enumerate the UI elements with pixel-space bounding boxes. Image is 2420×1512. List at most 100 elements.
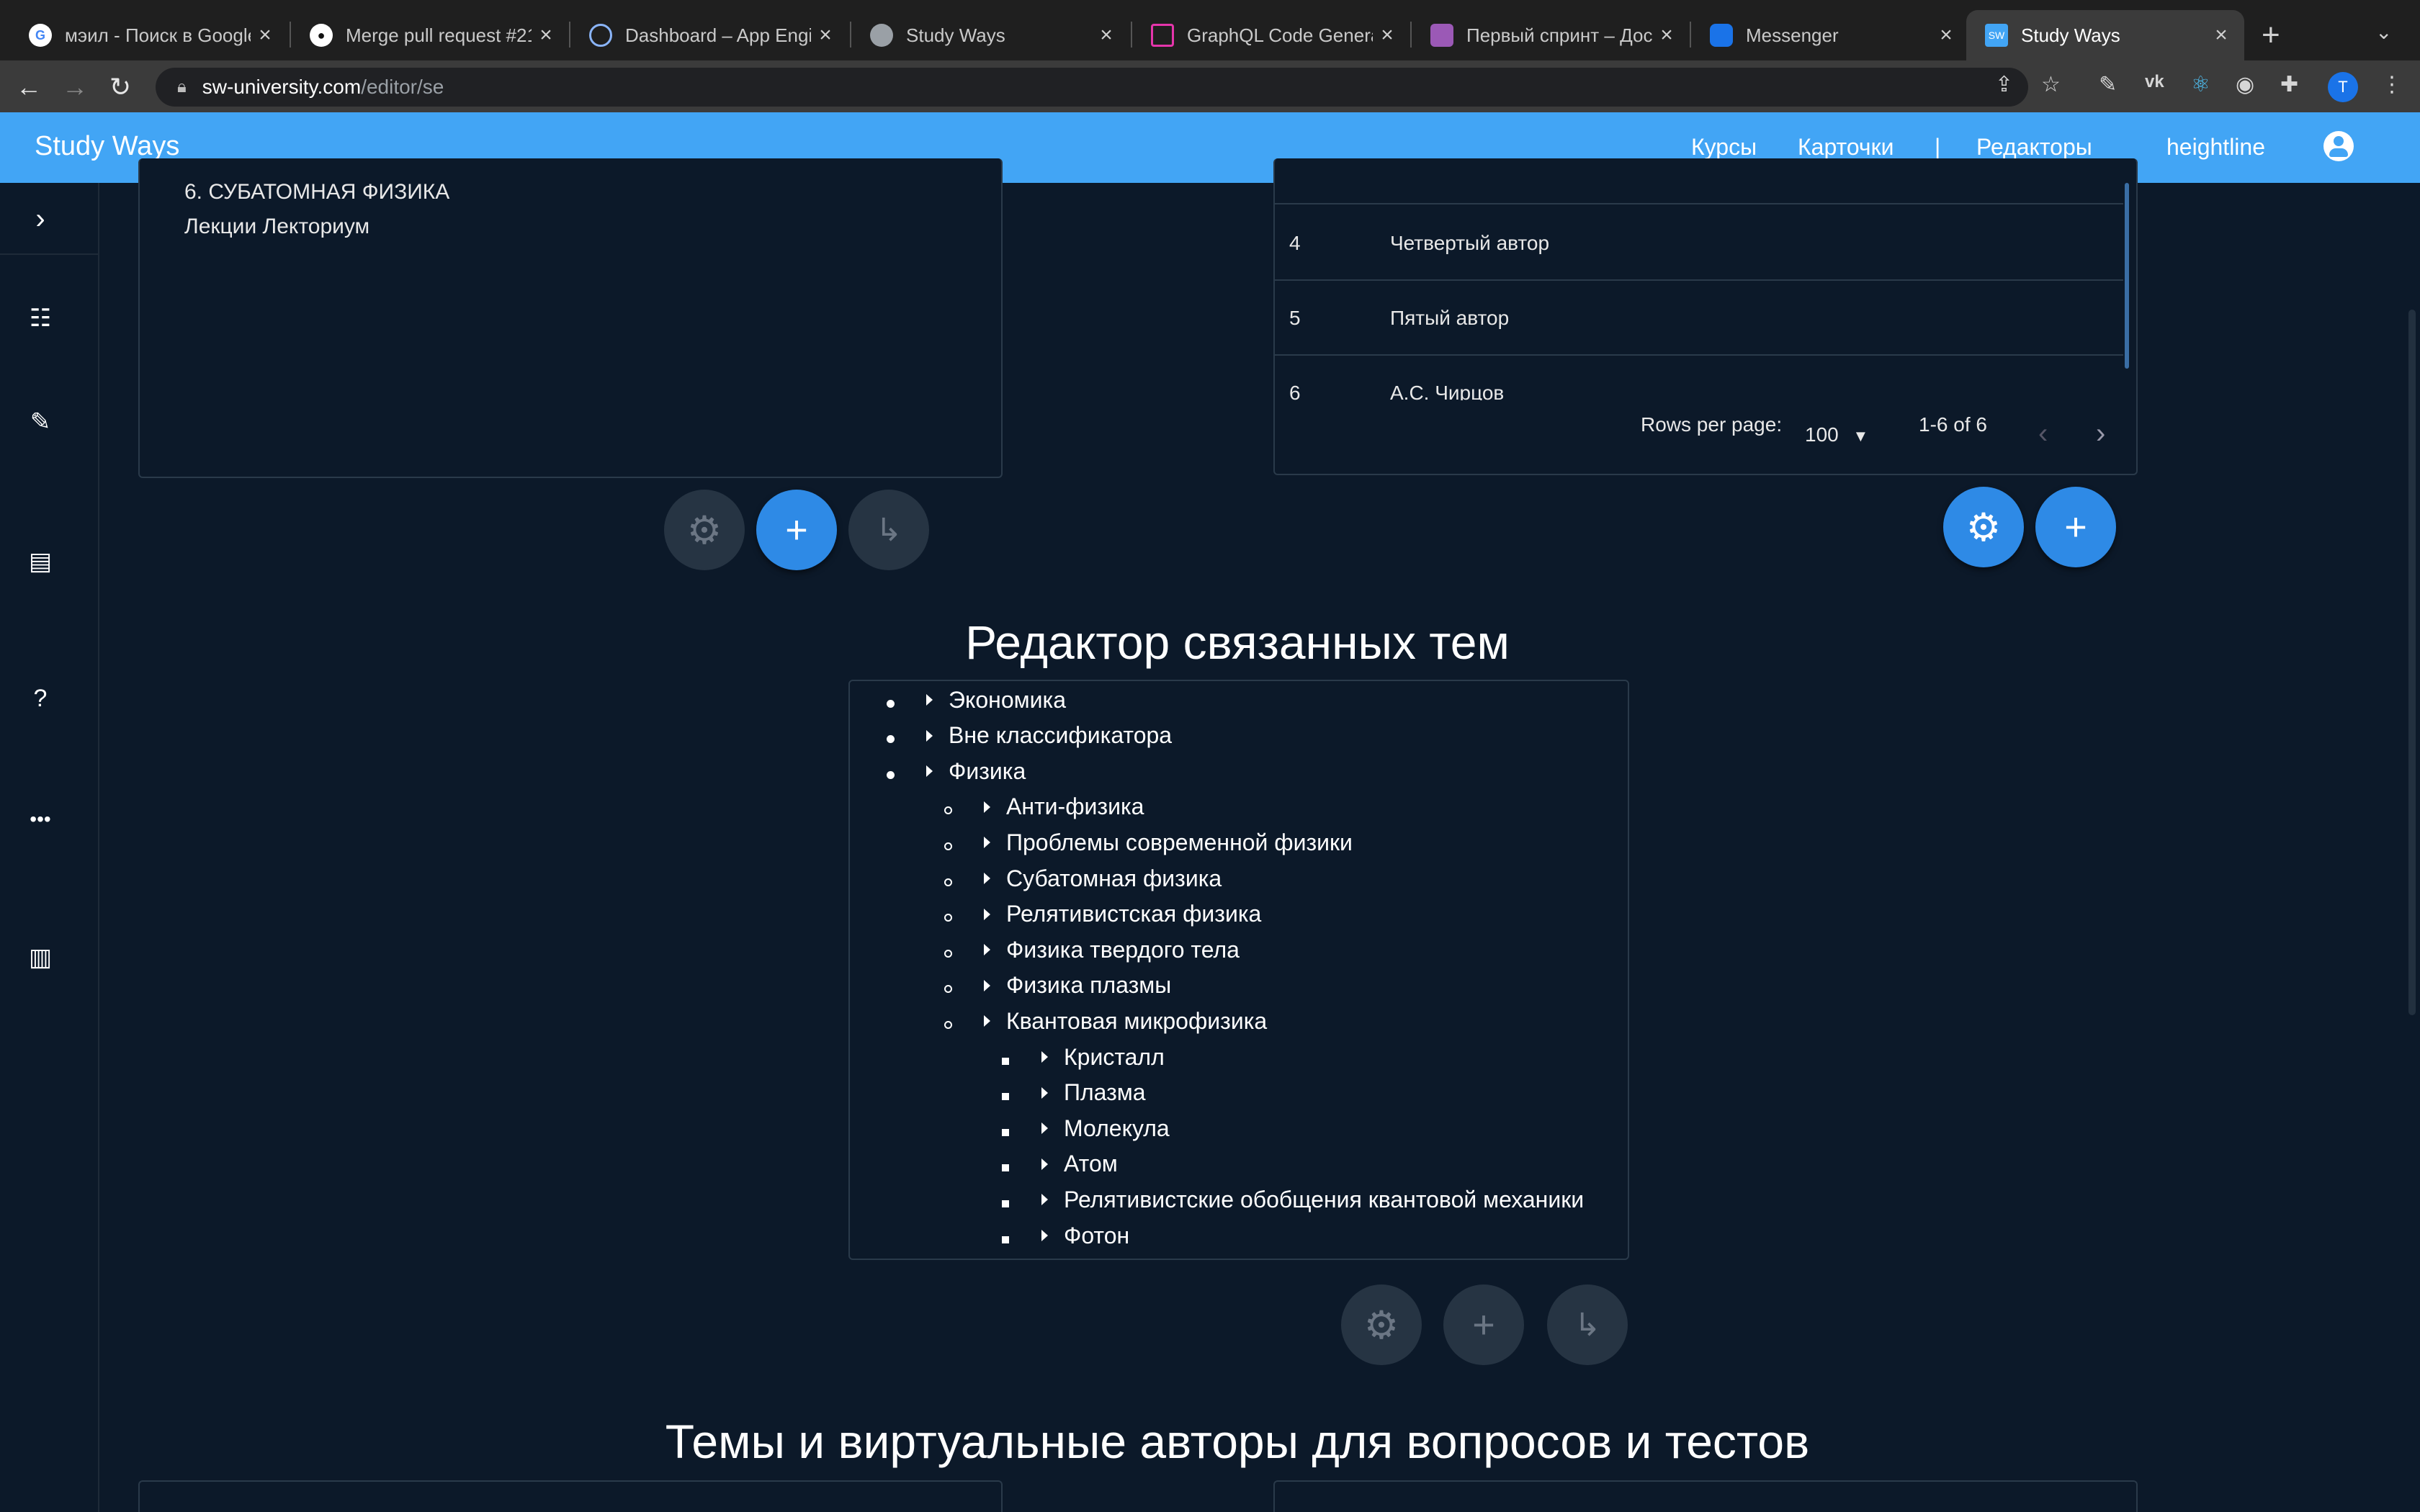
extensions-puzzle-icon[interactable]: ✚ (2280, 72, 2298, 97)
expand-arrow-icon[interactable] (984, 873, 990, 884)
close-icon[interactable]: × (1373, 23, 1402, 48)
pen-extension-icon[interactable]: ✎ (2099, 72, 2117, 97)
table-row[interactable] (1273, 183, 2123, 204)
table-row[interactable]: 4 Четвертый автор (1273, 206, 2123, 281)
list-bullet (876, 722, 905, 749)
tree-item[interactable]: Физика твердого тела (933, 935, 1240, 964)
address-bar[interactable]: 🔒︎ sw-university.com/editor/se (156, 68, 2028, 107)
reload-icon[interactable]: ↻ (109, 72, 131, 102)
nav-username[interactable]: heightline (2166, 134, 2265, 161)
tree-item[interactable]: Кристалл (991, 1043, 1165, 1071)
edit-list-icon[interactable]: ✎ (24, 406, 56, 438)
prev-page-icon[interactable]: ‹ (2038, 418, 2048, 450)
expand-arrow-icon[interactable] (1041, 1158, 1048, 1170)
expand-arrow-icon[interactable] (984, 979, 990, 991)
vk-extension-icon[interactable]: vk (2145, 72, 2164, 92)
browser-tab[interactable]: Study Ways × (851, 10, 1129, 60)
table-row[interactable]: 5 Пятый автор (1273, 281, 2123, 356)
browser-tab[interactable]: GraphQL Code Generator × (1132, 10, 1410, 60)
share-icon[interactable]: ⇪ (1995, 72, 2013, 97)
forward-arrow-icon[interactable]: → (62, 72, 88, 102)
account-circle-icon[interactable] (2323, 131, 2354, 161)
expand-arrow-icon[interactable] (1041, 1086, 1048, 1099)
tree-item[interactable]: Плазма (991, 1079, 1146, 1107)
tree-item[interactable]: Фотон (991, 1221, 1129, 1250)
rows-per-page-select[interactable]: 100 ▼ (1805, 423, 1868, 446)
more-horiz-icon[interactable]: ••• (24, 804, 56, 835)
table-add-button[interactable]: + (2035, 487, 2116, 567)
tree-item[interactable]: Физика плазмы (933, 971, 1171, 1000)
nav-courses[interactable]: Курсы (1691, 134, 1757, 161)
expand-arrow-icon[interactable] (984, 944, 990, 956)
star-icon[interactable]: ☆ (2041, 72, 2061, 97)
close-icon[interactable]: × (251, 23, 279, 48)
tree-item[interactable]: Молекула (991, 1114, 1170, 1143)
expand-arrow-icon[interactable] (1041, 1051, 1048, 1063)
expand-arrow-icon[interactable] (926, 694, 933, 706)
tree-item[interactable]: Атом (991, 1150, 1118, 1179)
tab-search-chevron-icon[interactable]: ⌄ (2375, 20, 2392, 44)
add-button[interactable]: + (756, 490, 837, 570)
add-chart-icon[interactable]: ▥ (24, 942, 56, 973)
expand-arrow-icon[interactable] (926, 765, 933, 778)
browser-tab[interactable]: Dashboard – App Engine × (570, 10, 848, 60)
back-arrow-icon[interactable]: ← (16, 72, 42, 102)
new-tab-button[interactable]: + (2262, 17, 2280, 53)
expand-arrow-icon[interactable] (1041, 1230, 1048, 1241)
tree-item[interactable]: Проблемы современной физики (933, 828, 1353, 857)
quiz-icon[interactable]: ? (24, 683, 56, 714)
browser-tab[interactable]: ● Merge pull request #21 × (291, 10, 569, 60)
expand-arrow-icon[interactable] (1041, 1194, 1048, 1206)
tree-settings-button[interactable]: ⚙ (1341, 1284, 1422, 1365)
settings-button[interactable]: ⚙ (664, 490, 745, 570)
tree-item[interactable]: Квантовая микрофизика (933, 1007, 1267, 1035)
tree-item[interactable]: Физика (876, 757, 1026, 786)
close-icon[interactable]: × (811, 23, 840, 48)
expand-arrow-icon[interactable] (984, 801, 990, 813)
table-scrollbar[interactable] (2125, 183, 2129, 369)
contact-card-icon[interactable]: ▤ (24, 546, 56, 577)
nav-cards[interactable]: Карточки (1798, 134, 1894, 161)
expand-arrow-icon[interactable] (984, 837, 990, 849)
tree-item[interactable]: Релятивистская физика (933, 900, 1261, 929)
browser-tab-active[interactable]: SW Study Ways × (1966, 10, 2244, 60)
next-page-icon[interactable]: › (2096, 418, 2105, 450)
close-icon[interactable]: × (2207, 23, 2236, 48)
tree-item[interactable]: Анти-физика (933, 793, 1144, 822)
expand-arrow-icon[interactable] (1041, 1122, 1048, 1135)
close-icon[interactable]: × (1092, 23, 1121, 48)
page-scrollbar[interactable] (2408, 310, 2416, 1015)
table-row[interactable]: 6 А.С. Чирцов (1273, 356, 2123, 400)
nav-editors[interactable]: Редакторы (1976, 134, 2092, 161)
react-devtools-icon[interactable]: ⚛ (2191, 72, 2210, 97)
brand-title[interactable]: Study Ways (35, 131, 179, 162)
tree-item[interactable]: Субатомная физика (933, 864, 1222, 893)
tree-item[interactable]: Вне классификатора (876, 721, 1172, 750)
profile-avatar[interactable]: T (2328, 72, 2358, 102)
tree-add-button[interactable]: + (1443, 1284, 1524, 1365)
tree-item[interactable]: Релятивистские обобщения квантовой механ… (991, 1185, 1584, 1214)
close-icon[interactable]: × (532, 23, 560, 48)
close-icon[interactable]: × (1932, 23, 1960, 48)
expand-arrow-icon[interactable] (984, 908, 990, 920)
more-menu-icon[interactable]: ⋮ (2381, 72, 2403, 97)
tree-subdirectory-button[interactable]: ↳ (1547, 1284, 1628, 1365)
subdirectory-button[interactable]: ↳ (848, 490, 929, 570)
url-path: /editor/se (361, 76, 444, 98)
chevron-right-icon[interactable]: › (24, 203, 56, 235)
browser-tab[interactable]: Messenger × (1691, 10, 1969, 60)
list-bullet (991, 1151, 1020, 1177)
table-settings-button[interactable]: ⚙ (1943, 487, 2024, 567)
list-bullet (933, 937, 962, 963)
row-name: А.С. Чирцов (1390, 382, 1505, 400)
tree-item-label: Релятивистские обобщения квантовой механ… (1064, 1186, 1585, 1212)
list-icon[interactable]: ☷ (24, 302, 56, 334)
row-id: 4 (1289, 232, 1301, 254)
close-icon[interactable]: × (1652, 23, 1681, 48)
browser-tab[interactable]: Первый спринт – Доска × (1412, 10, 1690, 60)
expand-arrow-icon[interactable] (926, 729, 933, 742)
browser-tab[interactable]: G мэил - Поиск в Google × (10, 10, 288, 60)
extension-owl-icon[interactable]: ◉ (2236, 72, 2254, 97)
expand-arrow-icon[interactable] (984, 1015, 990, 1027)
tree-item[interactable]: Экономика (876, 685, 1066, 714)
